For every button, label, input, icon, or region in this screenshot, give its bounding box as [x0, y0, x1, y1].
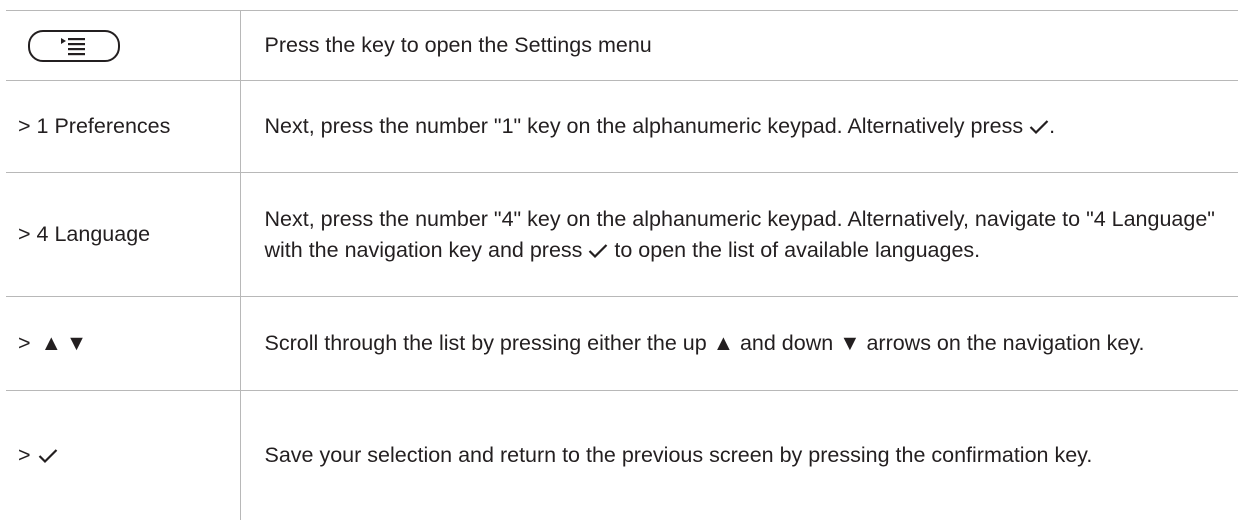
- menu-key-icon: [28, 30, 120, 62]
- step-cell: [6, 11, 240, 81]
- step-description-end: to open the list of available languages.: [614, 238, 980, 262]
- checkmark-icon: [1029, 119, 1049, 135]
- checkmark-icon: [588, 243, 608, 259]
- step-description: Next, press the number "1" key on the al…: [265, 114, 1024, 138]
- description-cell: Scroll through the list by pressing eith…: [240, 297, 1238, 391]
- table-row: Press the key to open the Settings menu: [6, 11, 1238, 81]
- instruction-table: Press the key to open the Settings menu …: [6, 10, 1238, 520]
- step-cell: > 4 Language: [6, 173, 240, 297]
- step-description-middle: and down: [740, 331, 833, 355]
- description-cell: Next, press the number "1" key on the al…: [240, 81, 1238, 173]
- checkmark-icon: [38, 448, 58, 464]
- step-prefix: >: [18, 443, 31, 467]
- down-arrow-icon: ▼: [839, 331, 860, 355]
- table-row: >▲▼ Scroll through the list by pressing …: [6, 297, 1238, 391]
- step-cell: > ▲▼: [6, 297, 240, 391]
- step-description-end: .: [1049, 114, 1055, 138]
- up-down-arrows-icon: ▲▼: [41, 331, 92, 355]
- step-description-end: arrows on the navigation key.: [866, 331, 1144, 355]
- table-row: > Save your selection and return to the …: [6, 391, 1238, 520]
- step-prefix: >: [18, 331, 31, 355]
- step-label: > 1 Preferences: [18, 114, 170, 138]
- step-description: Press the key to open the Settings menu: [265, 33, 652, 57]
- description-cell: Save your selection and return to the pr…: [240, 391, 1238, 520]
- step-description: Save your selection and return to the pr…: [265, 443, 1093, 467]
- table-row: > 1 Preferences Next, press the number "…: [6, 81, 1238, 173]
- step-label: > 4 Language: [18, 222, 150, 246]
- step-cell: >: [6, 391, 240, 520]
- step-cell: > 1 Preferences: [6, 81, 240, 173]
- description-cell: Next, press the number "4" key on the al…: [240, 173, 1238, 297]
- step-description: Scroll through the list by pressing eith…: [265, 331, 707, 355]
- up-arrow-icon: ▲: [713, 331, 734, 355]
- table-row: > 4 Language Next, press the number "4" …: [6, 173, 1238, 297]
- description-cell: Press the key to open the Settings menu: [240, 11, 1238, 81]
